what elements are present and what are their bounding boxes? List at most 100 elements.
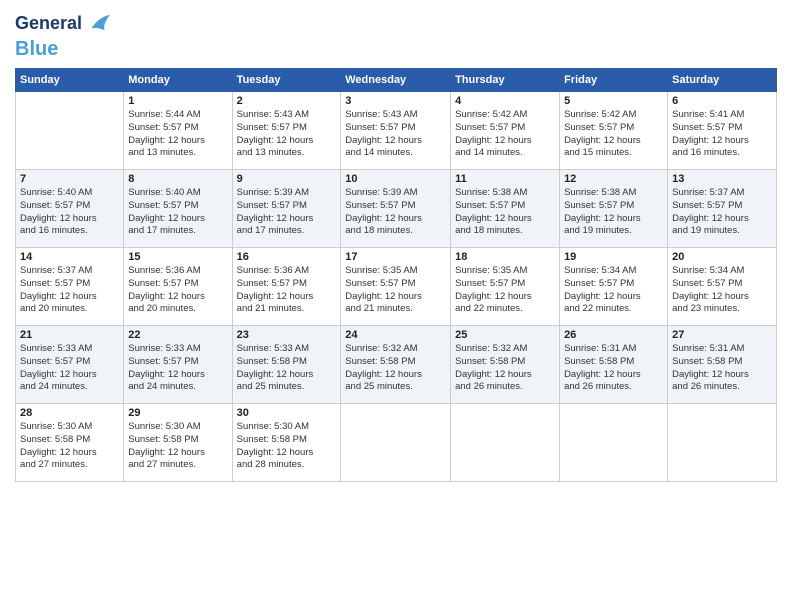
calendar-cell: 2 Sunrise: 5:43 AM Sunset: 5:57 PM Daylig… bbox=[232, 92, 341, 170]
day-info: Sunrise: 5:40 AM Sunset: 5:57 PM Dayligh… bbox=[20, 187, 119, 238]
calendar-cell: 8 Sunrise: 5:40 AM Sunset: 5:57 PM Daylig… bbox=[124, 170, 232, 248]
day-info: Sunrise: 5:43 AM Sunset: 5:57 PM Dayligh… bbox=[345, 109, 446, 160]
day-number: 5 bbox=[564, 95, 663, 107]
day-number: 7 bbox=[20, 173, 119, 185]
day-number: 14 bbox=[20, 251, 119, 263]
day-info: Sunrise: 5:34 AM Sunset: 5:57 PM Dayligh… bbox=[672, 265, 772, 316]
calendar-cell: 9Sunrise: 5:39 AM Sunset: 5:57 PM Daylig… bbox=[232, 170, 341, 248]
day-number: 23 bbox=[237, 329, 337, 341]
day-number: 21 bbox=[20, 329, 119, 341]
calendar-cell bbox=[560, 404, 668, 482]
week-row-2: 7 Sunrise: 5:40 AM Sunset: 5:57 PM Daylig… bbox=[16, 170, 777, 248]
col-header-wednesday: Wednesday bbox=[341, 69, 451, 92]
calendar-cell: 12 Sunrise: 5:38 AM Sunset: 5:57 PM Dayli… bbox=[560, 170, 668, 248]
calendar-cell: 11Sunrise: 5:38 AM Sunset: 5:57 PM Dayli… bbox=[451, 170, 560, 248]
calendar-cell: 14 Sunrise: 5:37 AM Sunset: 5:57 PM Dayli… bbox=[16, 248, 124, 326]
day-info: Sunrise: 5:42 AM Sunset: 5:57 PM Dayligh… bbox=[455, 109, 555, 160]
day-number: 17 bbox=[345, 251, 446, 263]
day-info: Sunrise: 5:43 AM Sunset: 5:57 PM Dayligh… bbox=[237, 109, 337, 160]
day-number: 10 bbox=[345, 173, 446, 185]
day-number: 1 bbox=[128, 95, 227, 107]
day-number: 27 bbox=[672, 329, 772, 341]
col-header-tuesday: Tuesday bbox=[232, 69, 341, 92]
col-header-thursday: Thursday bbox=[451, 69, 560, 92]
day-info: Sunrise: 5:33 AM Sunset: 5:57 PM Dayligh… bbox=[128, 343, 227, 394]
calendar-cell: 4 Sunrise: 5:42 AM Sunset: 5:57 PM Daylig… bbox=[451, 92, 560, 170]
day-info: Sunrise: 5:35 AM Sunset: 5:57 PM Dayligh… bbox=[455, 265, 555, 316]
calendar-cell: 22 Sunrise: 5:33 AM Sunset: 5:57 PM Dayli… bbox=[124, 326, 232, 404]
calendar-cell: 25 Sunrise: 5:32 AM Sunset: 5:58 PM Dayli… bbox=[451, 326, 560, 404]
week-row-3: 14 Sunrise: 5:37 AM Sunset: 5:57 PM Dayli… bbox=[16, 248, 777, 326]
calendar-cell: 7 Sunrise: 5:40 AM Sunset: 5:57 PM Daylig… bbox=[16, 170, 124, 248]
day-info: Sunrise: 5:41 AM Sunset: 5:57 PM Dayligh… bbox=[672, 109, 772, 160]
calendar-cell: 3 Sunrise: 5:43 AM Sunset: 5:57 PM Daylig… bbox=[341, 92, 451, 170]
day-number: 8 bbox=[128, 173, 227, 185]
day-info: Sunrise: 5:36 AM Sunset: 5:57 PM Dayligh… bbox=[128, 265, 227, 316]
calendar-cell bbox=[668, 404, 777, 482]
calendar-cell: 1 Sunrise: 5:44 AM Sunset: 5:57 PM Daylig… bbox=[124, 92, 232, 170]
calendar-cell: 13Sunrise: 5:37 AM Sunset: 5:57 PM Dayli… bbox=[668, 170, 777, 248]
day-number: 13 bbox=[672, 173, 772, 185]
calendar-cell: 27 Sunrise: 5:31 AM Sunset: 5:58 PM Dayli… bbox=[668, 326, 777, 404]
logo: General Blue bbox=[15, 10, 112, 60]
day-info: Sunrise: 5:37 AM Sunset: 5:57 PM Dayligh… bbox=[20, 265, 119, 316]
day-info: Sunrise: 5:44 AM Sunset: 5:57 PM Dayligh… bbox=[128, 109, 227, 160]
day-number: 22 bbox=[128, 329, 227, 341]
calendar-cell: 18 Sunrise: 5:35 AM Sunset: 5:57 PM Dayli… bbox=[451, 248, 560, 326]
day-info: Sunrise: 5:33 AM Sunset: 5:58 PM Dayligh… bbox=[237, 343, 337, 394]
day-number: 24 bbox=[345, 329, 446, 341]
day-info: Sunrise: 5:33 AM Sunset: 5:57 PM Dayligh… bbox=[20, 343, 119, 394]
calendar-cell: 26Sunrise: 5:31 AM Sunset: 5:58 PM Dayli… bbox=[560, 326, 668, 404]
day-info: Sunrise: 5:30 AM Sunset: 5:58 PM Dayligh… bbox=[20, 421, 119, 472]
day-info: Sunrise: 5:34 AM Sunset: 5:57 PM Dayligh… bbox=[564, 265, 663, 316]
logo-general: General bbox=[15, 14, 82, 34]
calendar-cell: 21 Sunrise: 5:33 AM Sunset: 5:57 PM Dayli… bbox=[16, 326, 124, 404]
col-header-monday: Monday bbox=[124, 69, 232, 92]
day-info: Sunrise: 5:30 AM Sunset: 5:58 PM Dayligh… bbox=[128, 421, 227, 472]
day-info: Sunrise: 5:36 AM Sunset: 5:57 PM Dayligh… bbox=[237, 265, 337, 316]
day-number: 15 bbox=[128, 251, 227, 263]
calendar-cell bbox=[16, 92, 124, 170]
day-number: 20 bbox=[672, 251, 772, 263]
calendar-cell: 17 Sunrise: 5:35 AM Sunset: 5:57 PM Dayli… bbox=[341, 248, 451, 326]
day-info: Sunrise: 5:31 AM Sunset: 5:58 PM Dayligh… bbox=[672, 343, 772, 394]
week-row-1: 1 Sunrise: 5:44 AM Sunset: 5:57 PM Daylig… bbox=[16, 92, 777, 170]
day-info: Sunrise: 5:35 AM Sunset: 5:57 PM Dayligh… bbox=[345, 265, 446, 316]
page: General Blue SundayMondayTuesdayWednesda… bbox=[0, 0, 792, 612]
calendar-cell: 29Sunrise: 5:30 AM Sunset: 5:58 PM Dayli… bbox=[124, 404, 232, 482]
calendar-table: SundayMondayTuesdayWednesdayThursdayFrid… bbox=[15, 68, 777, 482]
day-number: 26 bbox=[564, 329, 663, 341]
week-row-4: 21 Sunrise: 5:33 AM Sunset: 5:57 PM Dayli… bbox=[16, 326, 777, 404]
day-info: Sunrise: 5:32 AM Sunset: 5:58 PM Dayligh… bbox=[345, 343, 446, 394]
day-info: Sunrise: 5:42 AM Sunset: 5:57 PM Dayligh… bbox=[564, 109, 663, 160]
logo-bird-icon bbox=[84, 10, 112, 38]
day-number: 9 bbox=[237, 173, 337, 185]
day-number: 30 bbox=[237, 407, 337, 419]
day-info: Sunrise: 5:38 AM Sunset: 5:57 PM Dayligh… bbox=[564, 187, 663, 238]
calendar-cell: 16Sunrise: 5:36 AM Sunset: 5:57 PM Dayli… bbox=[232, 248, 341, 326]
day-number: 28 bbox=[20, 407, 119, 419]
day-info: Sunrise: 5:39 AM Sunset: 5:57 PM Dayligh… bbox=[345, 187, 446, 238]
logo-blue: Blue bbox=[15, 38, 58, 60]
calendar-cell: 15 Sunrise: 5:36 AM Sunset: 5:57 PM Dayli… bbox=[124, 248, 232, 326]
day-number: 25 bbox=[455, 329, 555, 341]
calendar-cell: 19Sunrise: 5:34 AM Sunset: 5:57 PM Dayli… bbox=[560, 248, 668, 326]
col-header-friday: Friday bbox=[560, 69, 668, 92]
day-number: 18 bbox=[455, 251, 555, 263]
day-number: 6 bbox=[672, 95, 772, 107]
day-number: 2 bbox=[237, 95, 337, 107]
calendar-cell: 6 Sunrise: 5:41 AM Sunset: 5:57 PM Daylig… bbox=[668, 92, 777, 170]
calendar-cell: 5 Sunrise: 5:42 AM Sunset: 5:57 PM Daylig… bbox=[560, 92, 668, 170]
day-number: 4 bbox=[455, 95, 555, 107]
day-number: 12 bbox=[564, 173, 663, 185]
calendar-cell bbox=[451, 404, 560, 482]
col-header-sunday: Sunday bbox=[16, 69, 124, 92]
calendar-cell: 10 Sunrise: 5:39 AM Sunset: 5:57 PM Dayli… bbox=[341, 170, 451, 248]
week-row-5: 28 Sunrise: 5:30 AM Sunset: 5:58 PM Dayli… bbox=[16, 404, 777, 482]
calendar-cell: 30Sunrise: 5:30 AM Sunset: 5:58 PM Dayli… bbox=[232, 404, 341, 482]
calendar-cell: 20 Sunrise: 5:34 AM Sunset: 5:57 PM Dayli… bbox=[668, 248, 777, 326]
day-info: Sunrise: 5:40 AM Sunset: 5:57 PM Dayligh… bbox=[128, 187, 227, 238]
day-info: Sunrise: 5:32 AM Sunset: 5:58 PM Dayligh… bbox=[455, 343, 555, 394]
day-number: 3 bbox=[345, 95, 446, 107]
calendar-cell: 28 Sunrise: 5:30 AM Sunset: 5:58 PM Dayli… bbox=[16, 404, 124, 482]
